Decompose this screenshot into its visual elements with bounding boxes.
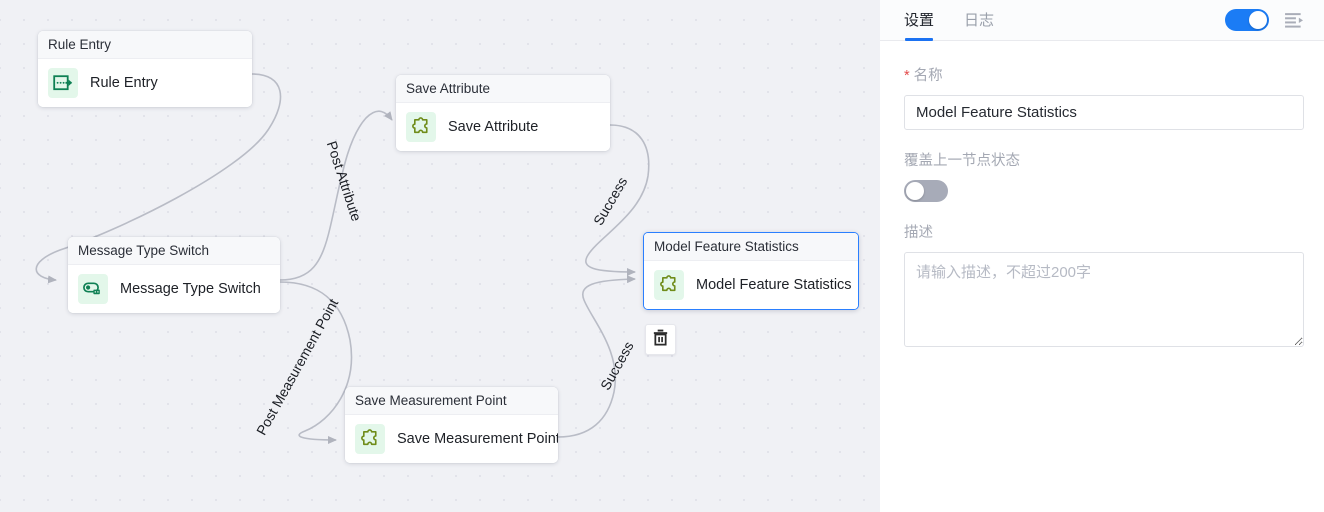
puzzle-icon: [406, 112, 436, 142]
panel-tab-bar: 设置 日志: [880, 0, 1324, 41]
puzzle-icon: [355, 424, 385, 454]
field-name-label-text: 名称: [913, 68, 943, 84]
tab-settings[interactable]: 设置: [904, 0, 934, 41]
node-body: Rule Entry: [38, 59, 252, 107]
node-header: Save Attribute: [396, 75, 610, 103]
panel-header-actions: [1225, 9, 1304, 31]
node-header: Save Measurement Point: [345, 387, 558, 415]
field-override-label: 覆盖上一节点状态: [904, 153, 1020, 169]
menu-fold-icon[interactable]: [1285, 12, 1304, 29]
field-description: 描述: [904, 224, 1304, 352]
toggle-knob: [906, 182, 924, 200]
field-name-label: * 名称: [904, 67, 1304, 85]
edge-label-success-attribute: Success: [590, 174, 631, 228]
node-save-measurement-point[interactable]: Save Measurement Point Save Measurement …: [345, 387, 558, 463]
edge-label-post-measurement-point: Post Measurement Point: [253, 295, 342, 438]
node-label: Save Attribute: [448, 119, 539, 135]
properties-panel: 设置 日志 * 名称 Model Feature Statistics 覆盖上一…: [880, 0, 1324, 512]
node-header: Message Type Switch: [68, 237, 280, 265]
node-header: Rule Entry: [38, 31, 252, 59]
field-name: * 名称: [904, 67, 1304, 130]
field-description-label: 描述: [904, 225, 933, 241]
node-label: Save Measurement Point: [397, 431, 558, 447]
node-model-feature-statistics[interactable]: Model Feature Statistics Model Feature S…: [643, 232, 859, 310]
node-rule-entry[interactable]: Rule Entry Rule Entry: [38, 31, 252, 107]
node-label: Message Type Switch: [120, 281, 261, 297]
required-marker: *: [904, 68, 910, 84]
panel-form: *名称 覆盖上一节点状态 描述: [880, 41, 1324, 512]
node-message-type-switch[interactable]: Message Type Switch Message Type Switch: [68, 237, 280, 313]
tab-settings-label: 设置: [904, 11, 935, 29]
puzzle-icon: [654, 270, 684, 300]
node-body: Save Measurement Point: [345, 415, 558, 463]
node-label: Rule Entry: [90, 75, 158, 91]
node-label: Model Feature Statistics: [696, 277, 852, 293]
tab-logs[interactable]: 日志: [964, 0, 994, 41]
trash-icon: [653, 329, 668, 351]
edge-label-success-measurement: Success: [597, 338, 637, 393]
message-switch-icon: [78, 274, 108, 304]
delete-node-button[interactable]: [645, 324, 676, 355]
node-body: Model Feature Statistics: [644, 261, 858, 309]
tab-logs-label: 日志: [964, 11, 995, 29]
edge-switch-to-save-attribute: [279, 110, 393, 281]
node-header: Model Feature Statistics: [644, 233, 858, 261]
node-body: Save Attribute: [396, 103, 610, 151]
rule-entry-icon: [48, 68, 78, 98]
edge-label-post-attribute: Post Attribute: [323, 139, 365, 224]
edge-save-measurement-to-model-feature: [557, 275, 636, 438]
edge-switch-to-save-measurement: [279, 281, 353, 444]
toggle-knob: [1249, 11, 1267, 29]
field-override-previous-state: 覆盖上一节点状态: [904, 152, 1304, 202]
description-textarea[interactable]: [904, 252, 1304, 347]
override-previous-state-toggle[interactable]: [904, 180, 948, 202]
rule-chain-editor: Post Attribute Post Measurement Point Su…: [0, 0, 1324, 512]
flow-canvas[interactable]: Post Attribute Post Measurement Point Su…: [0, 0, 880, 512]
node-body: Message Type Switch: [68, 265, 280, 313]
name-input[interactable]: [904, 95, 1304, 130]
node-save-attribute[interactable]: Save Attribute Save Attribute: [396, 75, 610, 151]
node-enabled-toggle[interactable]: [1225, 9, 1269, 31]
